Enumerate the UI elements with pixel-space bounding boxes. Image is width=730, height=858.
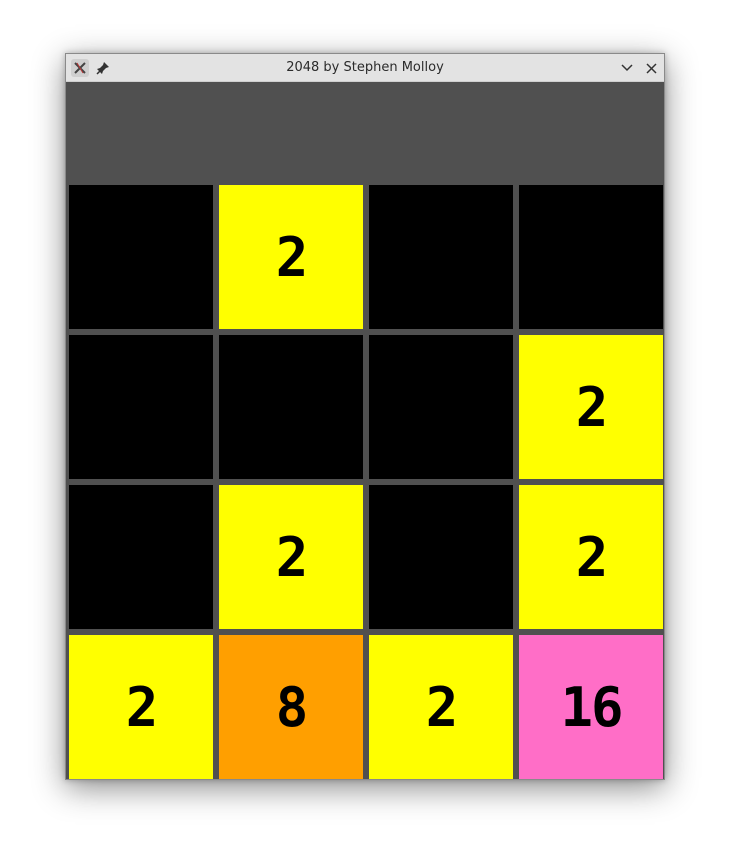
tile-r2-c3 xyxy=(369,335,513,479)
tile-r4-c4: 16 xyxy=(519,635,663,779)
game-window: 2048 by Stephen Molloy 2 2 2 2 2 8 2 16 xyxy=(65,53,665,780)
close-icon[interactable] xyxy=(641,58,661,78)
tile-value: 2 xyxy=(275,525,308,589)
chevron-down-icon[interactable] xyxy=(617,58,637,78)
game-board[interactable]: 2 2 2 2 2 8 2 16 xyxy=(69,185,663,779)
tile-r3-c3 xyxy=(369,485,513,629)
tile-r1-c4 xyxy=(519,185,663,329)
tile-r4-c2: 8 xyxy=(219,635,363,779)
tile-value: 2 xyxy=(425,675,458,739)
tile-r4-c1: 2 xyxy=(69,635,213,779)
tile-value: 8 xyxy=(275,675,308,739)
title-bar[interactable]: 2048 by Stephen Molloy xyxy=(66,54,664,82)
tile-r1-c2: 2 xyxy=(219,185,363,329)
tile-value: 2 xyxy=(575,525,608,589)
tile-r1-c3 xyxy=(369,185,513,329)
window-title: 2048 by Stephen Molloy xyxy=(286,60,444,75)
tile-r2-c2 xyxy=(219,335,363,479)
tile-r3-c1 xyxy=(69,485,213,629)
score-area xyxy=(66,82,664,184)
tile-value: 2 xyxy=(125,675,158,739)
tile-r3-c4: 2 xyxy=(519,485,663,629)
tile-value: 16 xyxy=(560,675,623,739)
tile-value: 2 xyxy=(575,375,608,439)
tile-r4-c3: 2 xyxy=(369,635,513,779)
tile-r1-c1 xyxy=(69,185,213,329)
x-app-icon[interactable] xyxy=(71,59,89,77)
pin-icon[interactable] xyxy=(94,58,112,78)
tile-r2-c1 xyxy=(69,335,213,479)
tile-r2-c4: 2 xyxy=(519,335,663,479)
tile-value: 2 xyxy=(275,225,308,289)
tile-r3-c2: 2 xyxy=(219,485,363,629)
